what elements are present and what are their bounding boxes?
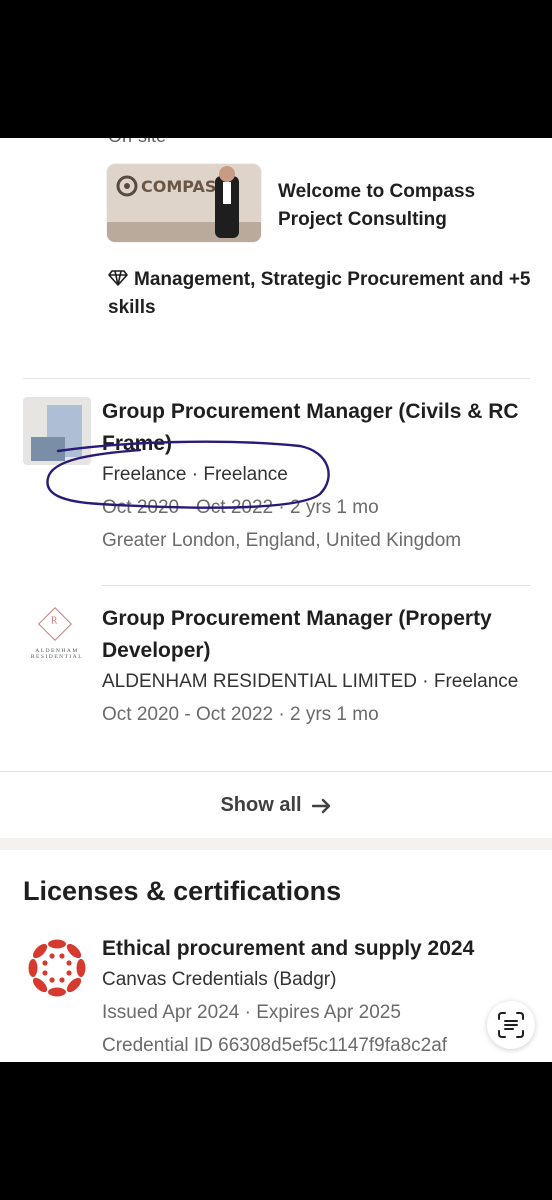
partial-workplace-text: On-site (108, 138, 166, 147)
profile-content: On-site COMPASS Welcome to Compass Proje… (0, 138, 552, 1062)
experience-dates: Oct 2020 - Oct 2022 · 2 yrs 1 mo (102, 704, 379, 725)
canvas-logo-petal (66, 977, 82, 993)
canvas-credentials-logo[interactable] (22, 933, 92, 1003)
experience-company: Freelance · Freelance (102, 464, 288, 485)
scan-text-button[interactable] (487, 1001, 535, 1049)
show-all-experience-button[interactable]: Show all (0, 772, 552, 838)
top-black-bar (0, 0, 552, 138)
canvas-logo-petal (66, 943, 82, 959)
scan-text-icon (498, 1012, 524, 1038)
divider (23, 378, 530, 379)
canvas-logo-dot (42, 960, 48, 966)
diamond-icon (108, 267, 128, 286)
aldenham-logo[interactable]: R ALDENHAM RESIDENTIAL (23, 604, 91, 672)
section-separator (0, 838, 552, 850)
canvas-logo-dot (42, 970, 48, 976)
canvas-logo-dot (49, 977, 55, 983)
arrow-right-icon (311, 797, 332, 814)
bottom-black-bar (0, 1062, 552, 1200)
canvas-logo-dot (59, 977, 65, 983)
canvas-logo-petal (48, 939, 66, 949)
canvas-logo-petal (32, 943, 48, 959)
media-title[interactable]: Welcome to Compass Project Consulting (278, 178, 518, 234)
licenses-section-title: Licenses & certifications (23, 876, 342, 906)
aldenham-logo-text: ALDENHAM RESIDENTIAL (30, 648, 84, 660)
skills-text: Management, Strategic Procurement and +5… (108, 269, 531, 318)
experience-title[interactable]: Group Procurement Manager (Civils & RC F… (102, 396, 532, 460)
canvas-logo-dot (66, 970, 72, 976)
show-all-label: Show all (220, 793, 302, 816)
canvas-logo-dot (59, 953, 65, 959)
certification-title[interactable]: Ethical procurement and supply 2024 (102, 934, 532, 964)
canvas-logo-petal (76, 959, 86, 977)
experience-location: Greater London, England, United Kingdom (102, 530, 462, 551)
skills-row[interactable]: Management, Strategic Procurement and +5… (108, 266, 538, 322)
compass-office-photo: COMPASS (107, 164, 261, 242)
canvas-logo-petal (28, 959, 38, 977)
canvas-logo-petal (32, 977, 48, 993)
experience-dates: Oct 2020 - Oct 2022 · 2 yrs 1 mo (102, 497, 379, 518)
canvas-logo-dot (49, 953, 55, 959)
canvas-logo-dot (66, 960, 72, 966)
experience-title[interactable]: Group Procurement Manager (Property Deve… (102, 603, 532, 667)
certification-issuer: Canvas Credentials (Badgr) (102, 969, 337, 990)
canvas-logo-petal (48, 987, 66, 997)
compass-logo-text: COMPASS (141, 177, 227, 196)
experience-company: ALDENHAM RESIDENTIAL LIMITED · Freelance (102, 671, 519, 692)
credential-id: Credential ID 66308d5ef5c1147f9fa8c2af (102, 1035, 448, 1056)
company-logo-placeholder[interactable] (23, 397, 91, 465)
aldenham-logo-letter: R (50, 615, 58, 627)
divider (102, 585, 530, 586)
certification-dates: Issued Apr 2024 · Expires Apr 2025 (102, 1002, 401, 1023)
media-thumbnail[interactable]: COMPASS (107, 164, 261, 242)
